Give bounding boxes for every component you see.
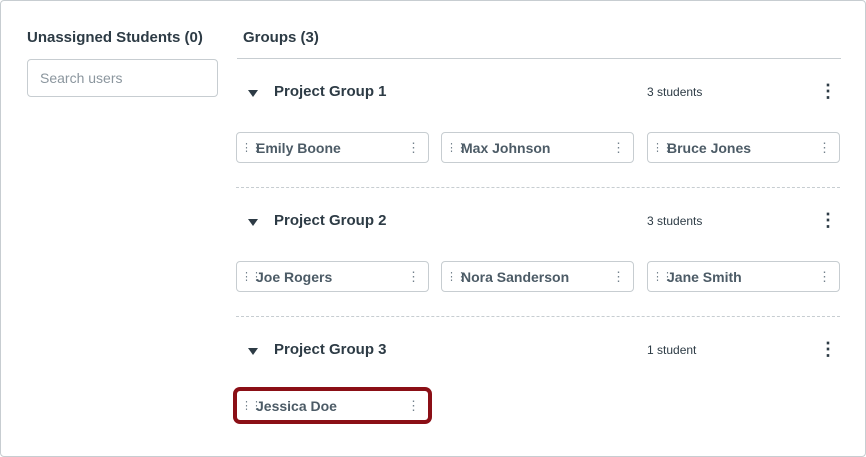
collapse-triangle-icon[interactable] [248,219,258,226]
group-name[interactable]: Project Group 2 [274,212,387,229]
group-student-count: 3 students [647,214,703,228]
groups-heading: Groups (3) [243,29,319,46]
divider [237,58,841,59]
unassigned-students-heading: Unassigned Students (0) [27,29,203,46]
student-card[interactable]: ⋮⋮ Max Johnson ⋮ [441,132,634,163]
drag-handle-icon[interactable]: ⋮⋮ [241,142,262,153]
group-name[interactable]: Project Group 1 [274,83,387,100]
student-options-kebab-icon[interactable]: ⋮ [612,269,625,285]
student-name: Jessica Doe [256,397,337,414]
student-options-kebab-icon[interactable]: ⋮ [818,140,831,156]
group-divider [236,316,840,317]
student-name: Bruce Jones [667,139,752,156]
student-options-kebab-icon[interactable]: ⋮ [407,398,420,414]
group-options-kebab-icon[interactable]: ⋮ [819,340,837,358]
group-student-count: 3 students [647,85,703,99]
student-card[interactable]: ⋮⋮ Joe Rogers ⋮ [236,261,429,292]
group-name[interactable]: Project Group 3 [274,341,387,358]
student-options-kebab-icon[interactable]: ⋮ [407,269,420,285]
drag-handle-icon[interactable]: ⋮⋮ [446,271,467,282]
drag-handle-icon[interactable]: ⋮⋮ [652,271,673,282]
student-options-kebab-icon[interactable]: ⋮ [407,140,420,156]
student-card[interactable]: ⋮⋮ Jane Smith ⋮ [647,261,840,292]
drag-handle-icon[interactable]: ⋮⋮ [241,400,262,411]
collapse-triangle-icon[interactable] [248,348,258,355]
student-card[interactable]: ⋮⋮ Jessica Doe ⋮ [236,390,429,421]
group-divider [236,187,840,188]
student-name: Nora Sanderson [461,268,570,285]
drag-handle-icon[interactable]: ⋮⋮ [241,271,262,282]
student-name: Max Johnson [461,139,551,156]
student-card[interactable]: ⋮⋮ Emily Boone ⋮ [236,132,429,163]
student-card[interactable]: ⋮⋮ Nora Sanderson ⋮ [441,261,634,292]
group-options-kebab-icon[interactable]: ⋮ [819,211,837,229]
student-options-kebab-icon[interactable]: ⋮ [612,140,625,156]
collapse-triangle-icon[interactable] [248,90,258,97]
student-name: Jane Smith [667,268,742,285]
group-student-count: 1 student [647,343,697,357]
student-name: Joe Rogers [256,268,333,285]
student-name: Emily Boone [256,139,341,156]
search-users-input[interactable] [27,59,218,97]
drag-handle-icon[interactable]: ⋮⋮ [652,142,673,153]
student-options-kebab-icon[interactable]: ⋮ [818,269,831,285]
group-options-kebab-icon[interactable]: ⋮ [819,82,837,100]
student-card[interactable]: ⋮⋮ Bruce Jones ⋮ [647,132,840,163]
drag-handle-icon[interactable]: ⋮⋮ [446,142,467,153]
